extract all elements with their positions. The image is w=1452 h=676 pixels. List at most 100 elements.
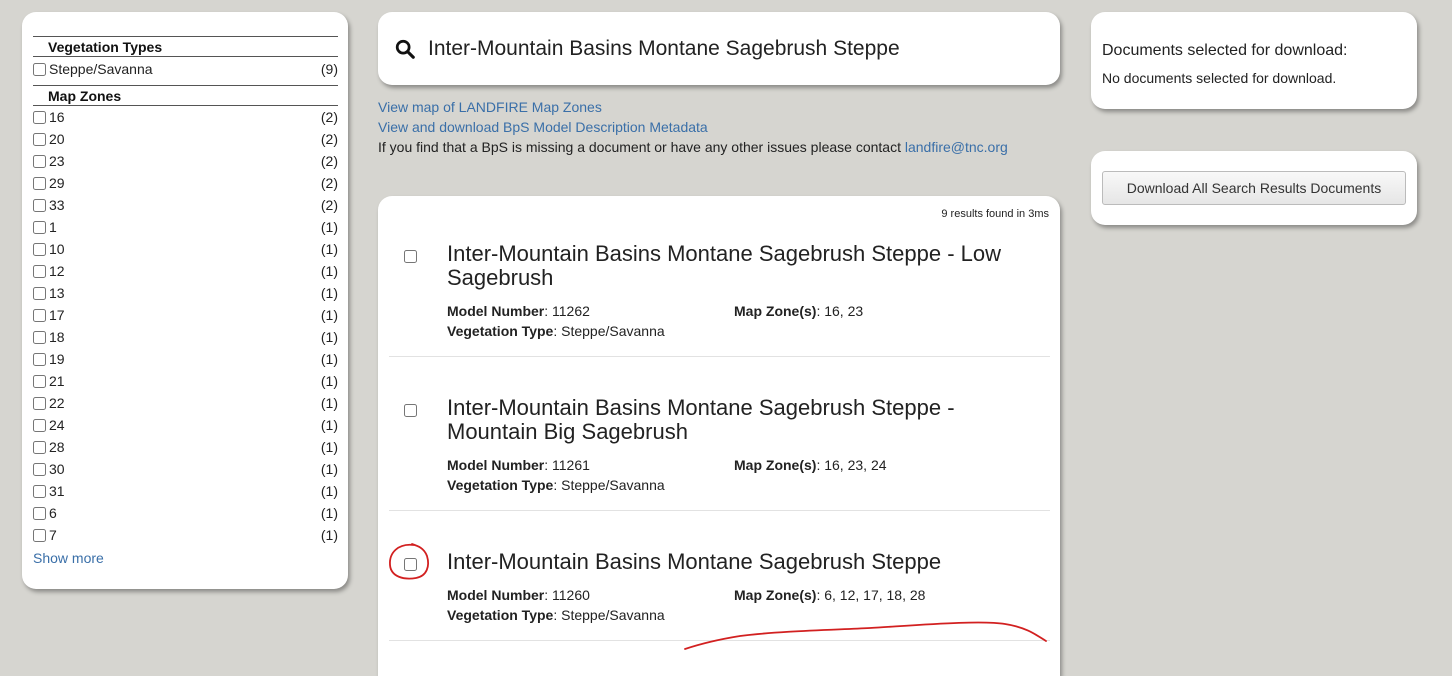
facet-item-zone-17[interactable]: 17 (1) xyxy=(33,304,338,326)
facet-item-zone-20[interactable]: 20 (2) xyxy=(33,128,338,150)
vegetation-type-value: Steppe/Savanna xyxy=(561,477,665,493)
facet-item-zone-23[interactable]: 23 (2) xyxy=(33,150,338,172)
facet-checkbox-steppe-savanna[interactable] xyxy=(33,62,46,76)
facet-item-zone-33[interactable]: 33 (2) xyxy=(33,194,338,216)
facet-checkbox-zone-18[interactable] xyxy=(33,330,46,344)
facet-checkbox-zone-6[interactable] xyxy=(33,506,46,520)
facet-count: (1) xyxy=(320,461,338,477)
result-title[interactable]: Inter-Mountain Basins Montane Sagebrush … xyxy=(447,242,1027,290)
facet-count: (2) xyxy=(320,153,338,169)
result-select-checkbox[interactable] xyxy=(404,404,417,417)
facet-count: (1) xyxy=(320,439,338,455)
facet-item-zone-31[interactable]: 31 (1) xyxy=(33,480,338,502)
result-item: Inter-Mountain Basins Montane Sagebrush … xyxy=(389,230,1050,357)
search-input[interactable] xyxy=(426,35,1026,62)
facet-item-zone-6[interactable]: 6 (1) xyxy=(33,502,338,524)
contact-message: If you find that a BpS is missing a docu… xyxy=(378,139,905,155)
download-selected-empty: No documents selected for download. xyxy=(1102,70,1337,86)
facet-label: 16 xyxy=(49,109,65,125)
result-model-number: Model Number: 11261 xyxy=(447,457,590,473)
facet-item-zone-7[interactable]: 7 (1) xyxy=(33,524,338,546)
facet-count: (2) xyxy=(320,109,338,125)
model-number-value: 11261 xyxy=(552,457,590,473)
facet-label: 20 xyxy=(49,131,65,147)
vegetation-type-label: Vegetation Type xyxy=(447,607,554,623)
result-select-checkbox[interactable] xyxy=(404,250,417,263)
facet-checkbox-zone-31[interactable] xyxy=(33,484,46,498)
facet-label: 7 xyxy=(49,527,57,543)
facet-label: 33 xyxy=(49,197,65,213)
result-select-checkbox[interactable] xyxy=(404,558,417,571)
facet-count: (1) xyxy=(320,505,338,521)
download-all-button[interactable]: Download All Search Results Documents xyxy=(1102,171,1406,205)
facet-item-zone-16[interactable]: 16 (2) xyxy=(33,106,338,128)
facet-label: 10 xyxy=(49,241,65,257)
facet-checkbox-zone-19[interactable] xyxy=(33,352,46,366)
facet-item-zone-29[interactable]: 29 (2) xyxy=(33,172,338,194)
facet-item-zone-1[interactable]: 1 (1) xyxy=(33,216,338,238)
download-selected-heading: Documents selected for download: xyxy=(1102,42,1348,59)
vegetation-type-value: Steppe/Savanna xyxy=(561,323,665,339)
facet-count: (1) xyxy=(320,307,338,323)
facet-item-zone-30[interactable]: 30 (1) xyxy=(33,458,338,480)
result-item: Inter-Mountain Basins Montane Sagebrush … xyxy=(389,357,1050,511)
facet-count: (1) xyxy=(320,263,338,279)
facet-checkbox-zone-16[interactable] xyxy=(33,110,46,124)
map-zones-value: 6, 12, 17, 18, 28 xyxy=(824,587,926,603)
facet-item-zone-10[interactable]: 10 (1) xyxy=(33,238,338,260)
facet-item-steppe-savanna[interactable]: Steppe/Savanna (9) xyxy=(33,57,338,81)
facet-checkbox-zone-12[interactable] xyxy=(33,264,46,278)
show-more-link[interactable]: Show more xyxy=(33,550,104,566)
facet-item-zone-28[interactable]: 28 (1) xyxy=(33,436,338,458)
facet-count: (1) xyxy=(320,527,338,543)
facet-label: 31 xyxy=(49,483,65,499)
vegetation-type-value: Steppe/Savanna xyxy=(561,607,665,623)
facet-item-zone-13[interactable]: 13 (1) xyxy=(33,282,338,304)
facet-label: 29 xyxy=(49,175,65,191)
facet-checkbox-zone-21[interactable] xyxy=(33,374,46,388)
facet-checkbox-zone-28[interactable] xyxy=(33,440,46,454)
facet-label: 6 xyxy=(49,505,57,521)
vegetation-type-label: Vegetation Type xyxy=(447,477,554,493)
facet-count: (1) xyxy=(320,483,338,499)
facet-item-zone-19[interactable]: 19 (1) xyxy=(33,348,338,370)
result-item: Inter-Mountain Basins Montane Sagebrush … xyxy=(389,511,1050,641)
facet-checkbox-zone-22[interactable] xyxy=(33,396,46,410)
download-all-panel: Download All Search Results Documents xyxy=(1091,151,1417,225)
facet-count: (1) xyxy=(320,373,338,389)
download-selected-panel: Documents selected for download: No docu… xyxy=(1091,12,1417,109)
result-title[interactable]: Inter-Mountain Basins Montane Sagebrush … xyxy=(447,550,1027,574)
model-number-label: Model Number xyxy=(447,457,545,473)
facet-item-zone-12[interactable]: 12 (1) xyxy=(33,260,338,282)
facet-checkbox-zone-33[interactable] xyxy=(33,198,46,212)
facet-checkbox-zone-30[interactable] xyxy=(33,462,46,476)
search-icon xyxy=(395,39,415,59)
result-model-number: Model Number: 11260 xyxy=(447,587,590,603)
map-zones-link[interactable]: View map of LANDFIRE Map Zones xyxy=(378,99,602,115)
facet-checkbox-zone-7[interactable] xyxy=(33,528,46,542)
facet-checkbox-zone-24[interactable] xyxy=(33,418,46,432)
metadata-link[interactable]: View and download BpS Model Description … xyxy=(378,119,708,135)
result-vegetation-type: Vegetation Type: Steppe/Savanna xyxy=(447,323,665,339)
facet-checkbox-zone-10[interactable] xyxy=(33,242,46,256)
facet-checkbox-zone-29[interactable] xyxy=(33,176,46,190)
facet-checkbox-zone-17[interactable] xyxy=(33,308,46,322)
facet-label: 21 xyxy=(49,373,65,389)
facet-item-zone-18[interactable]: 18 (1) xyxy=(33,326,338,348)
facet-item-zone-24[interactable]: 24 (1) xyxy=(33,414,338,436)
facet-checkbox-zone-13[interactable] xyxy=(33,286,46,300)
result-vegetation-type: Vegetation Type: Steppe/Savanna xyxy=(447,607,665,623)
facet-checkbox-zone-20[interactable] xyxy=(33,132,46,146)
result-map-zones: Map Zone(s): 6, 12, 17, 18, 28 xyxy=(734,587,926,603)
facet-label: 18 xyxy=(49,329,65,345)
facet-checkbox-zone-23[interactable] xyxy=(33,154,46,168)
result-count: 9 results found in 3ms xyxy=(941,208,1049,220)
result-map-zones: Map Zone(s): 16, 23 xyxy=(734,303,864,319)
model-number-value: 11262 xyxy=(552,303,590,319)
facet-count: (2) xyxy=(320,175,338,191)
contact-email-link[interactable]: landfire@tnc.org xyxy=(905,139,1008,155)
facet-checkbox-zone-1[interactable] xyxy=(33,220,46,234)
result-title[interactable]: Inter-Mountain Basins Montane Sagebrush … xyxy=(447,396,1027,444)
facet-item-zone-22[interactable]: 22 (1) xyxy=(33,392,338,414)
facet-item-zone-21[interactable]: 21 (1) xyxy=(33,370,338,392)
